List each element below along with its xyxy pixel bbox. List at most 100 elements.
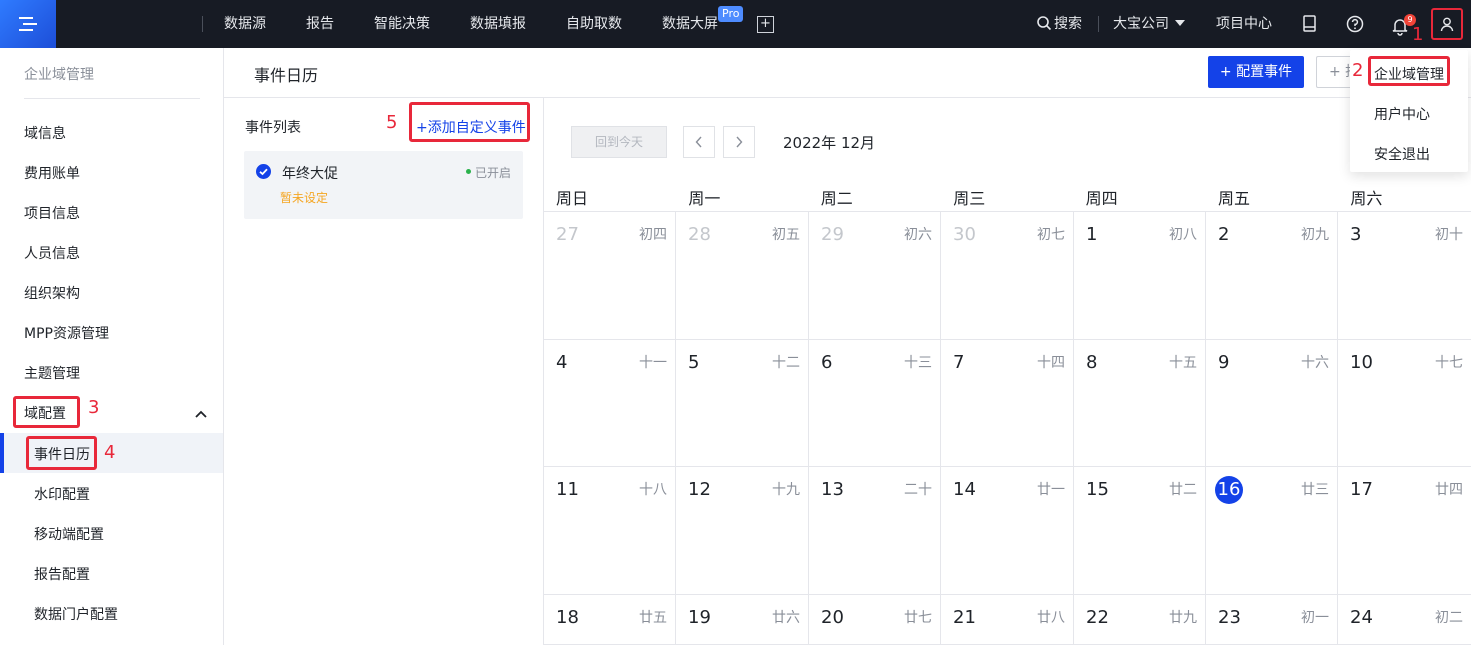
day-number: 14 xyxy=(953,479,976,500)
sidebar-sub-watermark[interactable]: 水印配置 xyxy=(34,484,90,504)
document-icon[interactable] xyxy=(1300,14,1320,34)
sidebar-item-domain-info[interactable]: 域信息 xyxy=(24,123,66,143)
next-month-button[interactable] xyxy=(723,126,755,158)
calendar-day-cell[interactable]: 23 初一 xyxy=(1206,595,1338,645)
calendar-day-cell[interactable]: 27 初四 xyxy=(544,212,676,340)
calendar-day-cell[interactable]: 19 廿六 xyxy=(676,595,809,645)
calendar-day-cell[interactable]: 28 初五 xyxy=(676,212,809,340)
search-link[interactable]: 搜索 xyxy=(1054,0,1082,48)
calendar-day-cell[interactable]: 24 初二 xyxy=(1338,595,1471,645)
calendar-day-cell[interactable]: 7 十四 xyxy=(941,340,1074,467)
prev-month-button[interactable] xyxy=(683,126,715,158)
nav-data-fill[interactable]: 数据填报 xyxy=(470,0,526,48)
add-custom-event-link[interactable]: +添加自定义事件 xyxy=(416,117,526,137)
day-number: 28 xyxy=(688,224,711,245)
config-event-button[interactable]: + 配置事件 xyxy=(1208,56,1304,88)
calendar-day-cell[interactable]: 1 初八 xyxy=(1074,212,1206,340)
page-title: 事件日历 xyxy=(254,66,319,85)
annotation-3: 3 xyxy=(88,397,100,418)
sidebar-item-org-structure[interactable]: 组织架构 xyxy=(24,283,80,303)
calendar-day-cell[interactable]: 20 廿七 xyxy=(809,595,941,645)
nav-datasource[interactable]: 数据源 xyxy=(224,0,266,48)
menu-toggle[interactable] xyxy=(0,0,56,48)
lunar-date: 初十 xyxy=(1435,227,1463,243)
sidebar-divider xyxy=(24,98,200,99)
day-number: 23 xyxy=(1218,607,1241,628)
calendar-day-cell[interactable]: 12 十九 xyxy=(676,467,809,595)
check-circle-icon[interactable] xyxy=(256,164,271,179)
lunar-date: 十三 xyxy=(904,355,932,371)
lunar-date: 十二 xyxy=(772,355,800,371)
day-number: 5 xyxy=(688,352,700,373)
nav-separator xyxy=(202,16,203,32)
sidebar-item-billing[interactable]: 费用账单 xyxy=(24,163,80,183)
calendar-day-cell[interactable]: 3 初十 xyxy=(1338,212,1471,340)
nav-self-service[interactable]: 自助取数 xyxy=(566,0,622,48)
sidebar-sub-event-calendar[interactable]: 事件日历 xyxy=(34,444,90,464)
user-menu-button[interactable] xyxy=(1431,8,1463,40)
lunar-date: 廿九 xyxy=(1169,610,1197,626)
sidebar-item-mpp[interactable]: MPP资源管理 xyxy=(24,323,109,343)
calendar-day-cell[interactable]: 2 初九 xyxy=(1206,212,1338,340)
sidebar-item-project-info[interactable]: 项目信息 xyxy=(24,203,80,223)
calendar-day-cell[interactable]: 17 廿四 xyxy=(1338,467,1471,595)
calendar-day-cell[interactable]: 9 十六 xyxy=(1206,340,1338,467)
calendar-day-cell[interactable]: 16 廿三 xyxy=(1206,467,1338,595)
event-name: 年终大促 xyxy=(282,166,338,182)
sidebar-sub-mobile[interactable]: 移动端配置 xyxy=(34,524,104,544)
chevron-right-icon xyxy=(736,136,743,148)
project-center-link[interactable]: 项目中心 xyxy=(1216,0,1272,48)
sidebar: 企业域管理 域信息 费用账单 项目信息 人员信息 组织架构 MPP资源管理 主题… xyxy=(0,48,224,645)
day-number: 12 xyxy=(688,479,711,500)
menu-item-user-center[interactable]: 用户中心 xyxy=(1374,104,1430,124)
calendar-day-cell[interactable]: 14 廿一 xyxy=(941,467,1074,595)
calendar-day-cell[interactable]: 30 初七 xyxy=(941,212,1074,340)
sidebar-item-member-info[interactable]: 人员信息 xyxy=(24,243,80,263)
menu-item-logout[interactable]: 安全退出 xyxy=(1374,144,1430,164)
day-number: 9 xyxy=(1218,352,1230,373)
company-switcher[interactable]: 大宝公司 xyxy=(1113,0,1169,48)
add-screen-icon[interactable]: + xyxy=(757,16,774,33)
event-list-title: 事件列表 xyxy=(245,120,301,136)
lunar-date: 初七 xyxy=(1037,227,1065,243)
lunar-date: 廿七 xyxy=(904,610,932,626)
calendar-day-cell[interactable]: 13 二十 xyxy=(809,467,941,595)
lunar-date: 十五 xyxy=(1169,355,1197,371)
weekday-label: 周日 xyxy=(556,189,589,208)
chevron-up-icon[interactable] xyxy=(194,407,208,421)
calendar-day-cell[interactable]: 18 廿五 xyxy=(544,595,676,645)
back-to-today-button[interactable]: 回到今天 xyxy=(571,126,667,158)
lunar-date: 廿六 xyxy=(772,610,800,626)
search-icon[interactable] xyxy=(1036,15,1052,31)
calendar-day-cell[interactable]: 22 廿九 xyxy=(1074,595,1206,645)
help-icon[interactable] xyxy=(1345,14,1365,34)
event-card[interactable] xyxy=(244,151,523,219)
nav-data-screen[interactable]: 数据大屏 xyxy=(662,0,718,48)
sidebar-sub-portal-config[interactable]: 数据门户配置 xyxy=(34,604,118,624)
weekday-label: 周二 xyxy=(820,189,853,208)
day-number: 20 xyxy=(821,607,844,628)
lunar-date: 廿八 xyxy=(1037,610,1065,626)
calendar-day-cell[interactable]: 5 十二 xyxy=(676,340,809,467)
calendar-day-cell[interactable]: 11 十八 xyxy=(544,467,676,595)
calendar-day-cell[interactable]: 8 十五 xyxy=(1074,340,1206,467)
sidebar-item-theme[interactable]: 主题管理 xyxy=(24,363,80,383)
nav-smart-decision[interactable]: 智能决策 xyxy=(374,0,430,48)
day-number: 16 xyxy=(1215,476,1243,504)
calendar-day-cell[interactable]: 10 十七 xyxy=(1338,340,1471,467)
calendar-day-cell[interactable]: 29 初六 xyxy=(809,212,941,340)
day-number: 24 xyxy=(1350,607,1373,628)
chevron-left-icon xyxy=(695,136,702,148)
annotation-2: 2 xyxy=(1352,60,1364,81)
header-divider xyxy=(224,97,1471,98)
weekday-label: 周六 xyxy=(1350,189,1383,208)
calendar-day-cell[interactable]: 21 廿八 xyxy=(941,595,1074,645)
calendar-day-cell[interactable]: 6 十三 xyxy=(809,340,941,467)
calendar-day-cell[interactable]: 4 十一 xyxy=(544,340,676,467)
sidebar-sub-report-config[interactable]: 报告配置 xyxy=(34,564,90,584)
lunar-date: 十一 xyxy=(639,355,667,371)
menu-item-enterprise-domain[interactable]: 企业域管理 xyxy=(1374,64,1444,84)
calendar-day-cell[interactable]: 15 廿二 xyxy=(1074,467,1206,595)
nav-report[interactable]: 报告 xyxy=(306,0,334,48)
sidebar-item-domain-config[interactable]: 域配置 xyxy=(24,403,66,423)
